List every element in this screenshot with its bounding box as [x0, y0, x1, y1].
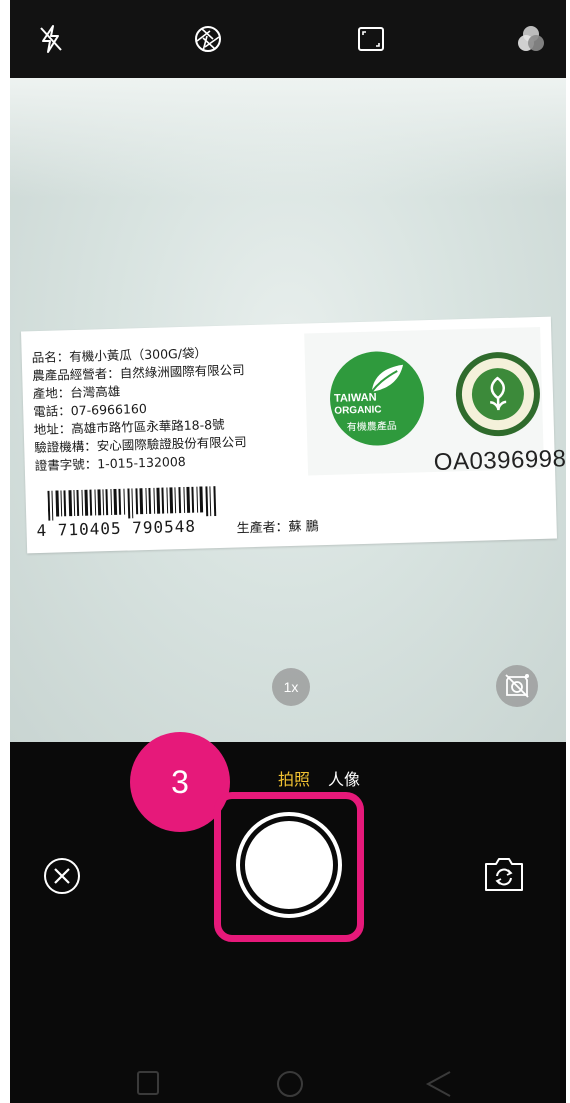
- product-label: 品名：有機小黃瓜（300G/袋） 農產品經營者：自然綠洲國際有限公司 產地：台灣…: [21, 316, 566, 554]
- top-toolbar: [10, 0, 566, 78]
- leaf-icon: [371, 364, 404, 393]
- switch-camera-icon[interactable]: [482, 854, 526, 894]
- certification-panel: TAIWAN ORGANIC 有機農產品 OA0396998: [304, 326, 566, 476]
- flash-off-icon[interactable]: [34, 22, 68, 56]
- certification-seal-icon: [454, 350, 542, 438]
- barcode-icon: [47, 486, 217, 521]
- organic-mark-line: 有機農產品: [346, 420, 397, 434]
- camera-screen: 品名：有機小黃瓜（300G/袋） 農產品經營者：自然綠洲國際有限公司 產地：台灣…: [10, 0, 566, 1103]
- aperture-icon[interactable]: [191, 22, 225, 56]
- ai-scene-off-icon: [505, 674, 529, 698]
- organic-mark-line: ORGANIC: [334, 404, 382, 417]
- taiwan-organic-logo: TAIWAN ORGANIC 有機農產品: [328, 350, 426, 447]
- zoom-button[interactable]: 1x: [272, 668, 310, 706]
- producer-name: 生產者：蘇 鵬: [236, 519, 319, 537]
- shutter-button[interactable]: [242, 818, 336, 912]
- mode-portrait-tab[interactable]: 人像: [328, 766, 360, 790]
- label-details: 品名：有機小黃瓜（300G/袋） 農產品經營者：自然綠洲國際有限公司 產地：台灣…: [32, 343, 248, 475]
- aspect-ratio-icon[interactable]: [354, 22, 388, 56]
- home-icon[interactable]: [277, 1071, 303, 1097]
- certificate-number: OA0396998: [433, 445, 566, 476]
- close-icon[interactable]: [42, 856, 82, 896]
- recents-icon[interactable]: [137, 1071, 159, 1095]
- system-nav-bar: [137, 1071, 451, 1097]
- barcode-number: 4 710405 790548: [36, 516, 197, 541]
- mode-photo-tab[interactable]: 拍照: [278, 766, 310, 790]
- organic-mark-line: TAIWAN: [333, 391, 377, 405]
- ai-scene-toggle-button[interactable]: [496, 665, 538, 707]
- viewfinder[interactable]: 品名：有機小黃瓜（300G/袋） 農產品經營者：自然綠洲國際有限公司 產地：台灣…: [10, 78, 566, 742]
- back-icon[interactable]: [425, 1071, 451, 1097]
- filter-icon[interactable]: [514, 22, 548, 56]
